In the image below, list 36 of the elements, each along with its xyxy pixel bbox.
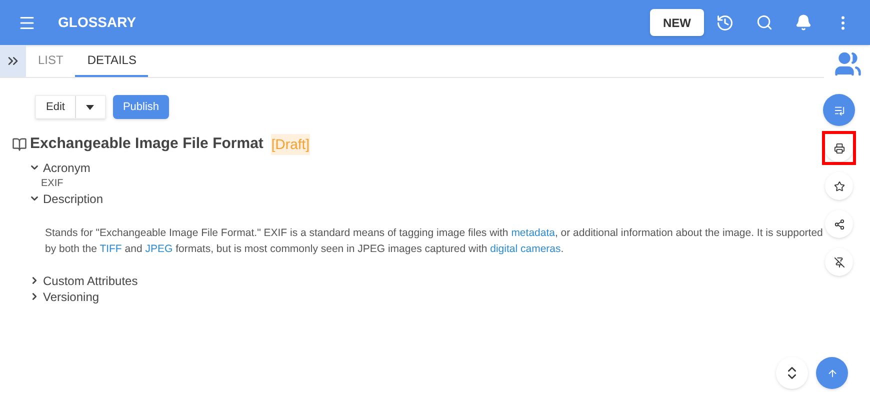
tab[interactable]: LIST (26, 45, 76, 77)
status-badge: [Draft] (271, 134, 310, 155)
book-icon (12, 136, 27, 152)
field-value: EXIF (40, 176, 64, 190)
tab[interactable]: DETAILS (75, 45, 148, 77)
search-icon[interactable] (756, 14, 773, 31)
print-button[interactable] (825, 134, 853, 162)
new-button[interactable]: NEW (650, 9, 704, 36)
primary-action-button[interactable] (823, 94, 855, 126)
caret-icon (86, 104, 94, 110)
pin-off-icon (834, 256, 844, 268)
section-toggle[interactable]: Acronym (29, 160, 90, 176)
share-button[interactable] (825, 210, 853, 238)
arrow-up-icon (826, 368, 838, 378)
scroll-toggle-button[interactable] (776, 357, 808, 389)
history-icon[interactable] (716, 14, 734, 32)
text-link[interactable]: TIFF (100, 242, 122, 254)
list-arrow-icon (834, 104, 844, 116)
section-toggle[interactable]: Versioning (29, 288, 100, 304)
bell-icon[interactable] (795, 14, 812, 31)
text-link[interactable]: metadata (511, 226, 555, 238)
unpin-button[interactable] (825, 248, 853, 276)
scroll-top-button[interactable] (816, 357, 848, 389)
section-toggle[interactable]: Description (29, 190, 104, 206)
share-icon (834, 218, 844, 230)
entry-title: Exchangeable Image File Format (30, 134, 264, 154)
edit-button[interactable]: Edit (36, 96, 75, 118)
text-link[interactable]: JPEG (145, 242, 173, 254)
expand-panel-button[interactable] (0, 45, 26, 77)
star-icon (834, 180, 844, 192)
page-title: GLOSSARY (58, 13, 136, 32)
team-icon[interactable] (834, 50, 862, 78)
section-toggle[interactable]: Custom Attributes (29, 272, 138, 288)
star-button[interactable] (825, 172, 853, 200)
text-link[interactable]: digital cameras (490, 242, 561, 254)
printer-icon (834, 142, 844, 154)
